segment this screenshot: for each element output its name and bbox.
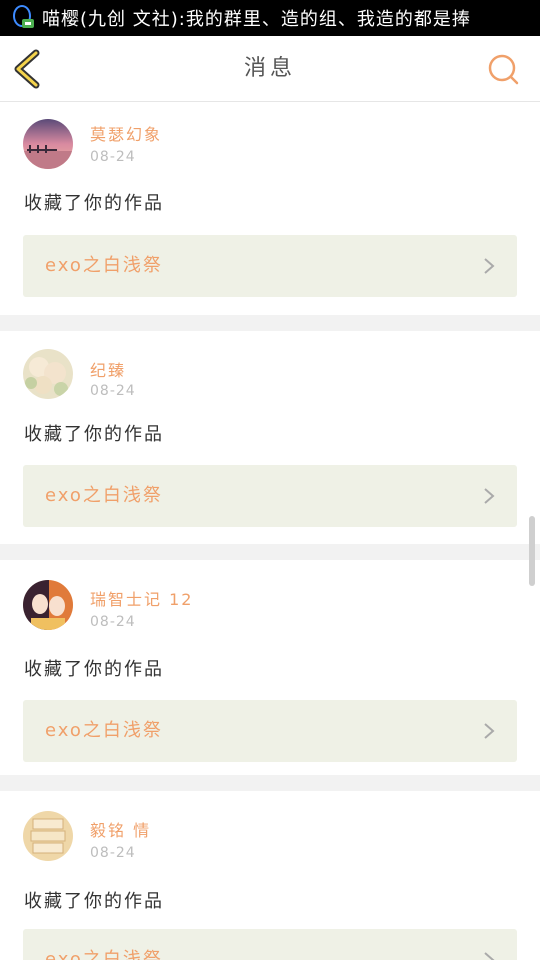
books-avatar[interactable] [23, 811, 73, 861]
card-separator [0, 544, 540, 560]
chevron-right-icon [484, 488, 495, 504]
message-card: 莫瑟幻象 08-24 收藏了你的作品 exo之白浅祭 [0, 103, 540, 315]
username[interactable]: 瑞智士记 12 [90, 586, 193, 610]
sunset-pier-image [23, 119, 73, 169]
notification-ticker-text: 喵樱(九创 文社):我的群里、造的组、我造的都是捧 [42, 9, 471, 30]
work-title: exo之白浅祭 [45, 255, 163, 276]
action-text: 收藏了你的作品 [24, 891, 164, 912]
action-text: 收藏了你的作品 [24, 424, 164, 445]
chevron-right-icon [484, 952, 495, 960]
message-date: 08-24 [90, 149, 136, 165]
message-card: 纪臻 08-24 收藏了你的作品 exo之白浅祭 [0, 331, 540, 543]
username[interactable]: 纪臻 [90, 357, 126, 381]
card-separator [0, 775, 540, 791]
work-link[interactable]: exo之白浅祭 [23, 465, 517, 527]
work-link[interactable]: exo之白浅祭 [23, 700, 517, 762]
action-text: 收藏了你的作品 [24, 193, 164, 214]
work-title: exo之白浅祭 [45, 949, 163, 960]
message-card: 瑞智士记 12 08-24 收藏了你的作品 exo之白浅祭 [0, 560, 540, 772]
message-card: 毅铭 情 08-24 收藏了你的作品 exo之白浅祭 [0, 791, 540, 960]
work-title: exo之白浅祭 [45, 485, 163, 506]
username[interactable]: 毅铭 情 [90, 817, 151, 841]
qq-notification-icon [13, 5, 34, 28]
page-title: 消息 [243, 56, 296, 81]
work-link[interactable]: exo之白浅祭 [23, 929, 517, 960]
anime-girls-image [23, 580, 73, 630]
chevron-right-icon [484, 723, 495, 739]
flowers-image [23, 349, 73, 399]
sunset-pier-avatar[interactable] [23, 119, 73, 169]
chevron-right-icon [484, 258, 495, 274]
work-link[interactable]: exo之白浅祭 [23, 235, 517, 297]
anime-girls-avatar[interactable] [23, 580, 73, 630]
books-image [23, 811, 73, 861]
notification-status-bar: 喵樱(九创 文社):我的群里、造的组、我造的都是捧 [0, 0, 540, 36]
scrollbar[interactable] [529, 516, 535, 586]
message-date: 08-24 [90, 383, 136, 399]
work-title: exo之白浅祭 [45, 720, 163, 741]
action-text: 收藏了你的作品 [24, 659, 164, 680]
message-date: 08-24 [90, 614, 136, 630]
app-header: 消息 [0, 36, 540, 102]
search-icon[interactable] [484, 50, 522, 88]
message-date: 08-24 [90, 845, 136, 861]
flowers-avatar[interactable] [23, 349, 73, 399]
card-separator [0, 315, 540, 331]
username[interactable]: 莫瑟幻象 [90, 121, 162, 145]
